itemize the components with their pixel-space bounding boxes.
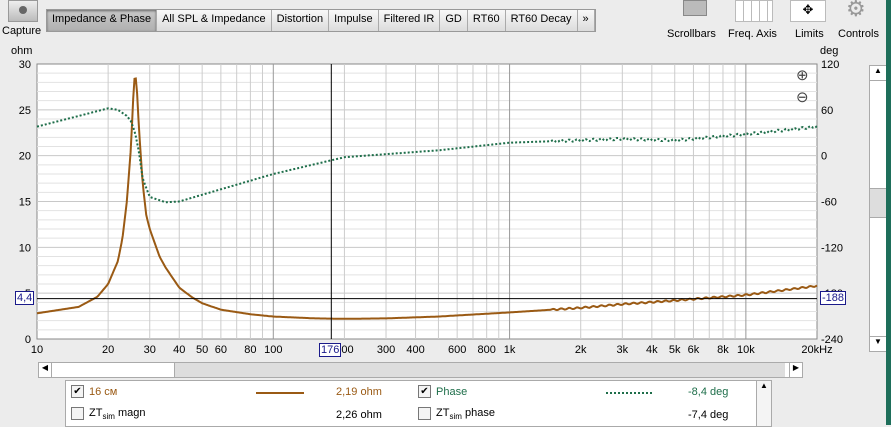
checkbox-16cm[interactable]: ✔ — [71, 385, 84, 398]
y-tick-label: 15 — [19, 197, 31, 209]
x-tick-label: 40 — [173, 344, 185, 356]
impedance-phase-chart[interactable]: 10 20 30 40 50 60 80 100 200 300 400 600 800 1k 2k 3k 4k… — [0, 0, 891, 360]
vertical-scrollbar[interactable]: ▲ ▼ — [869, 65, 887, 352]
x-tick-label: 8k — [717, 344, 729, 356]
x-tick-label: 3k — [617, 344, 629, 356]
x-tick-label: 4k — [646, 344, 658, 356]
scroll-up-arrow[interactable]: ▲ — [870, 66, 886, 81]
x-tick-label: 60 — [215, 344, 227, 356]
legend-value-zt-phase: -7,4 deg — [688, 409, 729, 421]
legend-series-zt-phase: ZTsim phase — [436, 407, 495, 422]
x-tick-label: 400 — [406, 344, 424, 356]
legend-series-zt-magn: ZTsim magn — [89, 407, 146, 422]
horizontal-scroll-thumb[interactable] — [174, 363, 785, 377]
checkbox-zt-magn[interactable] — [71, 407, 84, 420]
scroll-left-arrow[interactable]: ◀ — [39, 363, 52, 377]
cursor-right-value: -188 — [820, 291, 847, 305]
y2-tick-label: 60 — [821, 105, 833, 117]
x-tick-label: 10k — [737, 344, 755, 356]
x-tick-label: 800 — [478, 344, 496, 356]
y2-tick-label: 0 — [821, 151, 827, 163]
x-tick-label: 30 — [144, 344, 156, 356]
legend-panel: ✔ 16 см 2,19 ohm ✔ Phase -8,4 deg ZTsim … — [65, 380, 772, 427]
scroll-down-arrow[interactable]: ▼ — [870, 336, 886, 351]
x-tick-label: 80 — [244, 344, 256, 356]
legend-value-zt-magn: 2,26 ohm — [336, 409, 382, 421]
cursor-left-value: 4,4 — [15, 291, 35, 305]
x-tick-label: 1k — [504, 344, 516, 356]
y-tick-label: 25 — [19, 105, 31, 117]
x-tick-label: 10 — [31, 344, 43, 356]
vertical-scroll-thumb[interactable] — [870, 188, 886, 218]
x-tick-label: 2k — [575, 344, 587, 356]
y2-tick-label: 120 — [821, 59, 839, 71]
zoom-in-icon[interactable]: ⊕ — [796, 66, 809, 84]
y2-tick-label: -240 — [821, 334, 843, 346]
y2-tick-label: -120 — [821, 242, 843, 254]
y-tick-label: 10 — [19, 242, 31, 254]
y-tick-label: 0 — [25, 334, 31, 346]
legend-value-16cm: 2,19 ohm — [336, 386, 382, 398]
x-tick-label: 20 — [102, 344, 114, 356]
legend-series-16cm: 16 см — [89, 386, 118, 398]
y-tick-label: 20 — [19, 151, 31, 163]
legend-scrollbar[interactable]: ▲ — [756, 381, 771, 426]
checkbox-phase[interactable]: ✔ — [418, 385, 431, 398]
legend-line-solid — [256, 392, 304, 394]
zoom-out-icon[interactable]: ⊖ — [796, 88, 809, 106]
x-tick-label: 50 — [196, 344, 208, 356]
checkbox-zt-phase[interactable] — [418, 407, 431, 420]
legend-value-phase: -8,4 deg — [688, 386, 729, 398]
cursor-freq-value: 176 — [319, 343, 342, 357]
x-tick-label: 300 — [377, 344, 395, 356]
x-tick-label: 5k — [669, 344, 681, 356]
x-tick-label: 6k — [688, 344, 700, 356]
y2-tick-label: -60 — [821, 197, 837, 209]
window-edge — [886, 0, 891, 425]
x-tick-label: 100 — [264, 344, 282, 356]
legend-series-phase: Phase — [436, 386, 468, 398]
scroll-right-arrow[interactable]: ▶ — [789, 363, 802, 377]
x-tick-label: 600 — [448, 344, 466, 356]
horizontal-scrollbar[interactable]: ◀ ▶ — [38, 362, 803, 378]
legend-line-dotted — [606, 392, 652, 394]
y-tick-label: 30 — [19, 59, 31, 71]
